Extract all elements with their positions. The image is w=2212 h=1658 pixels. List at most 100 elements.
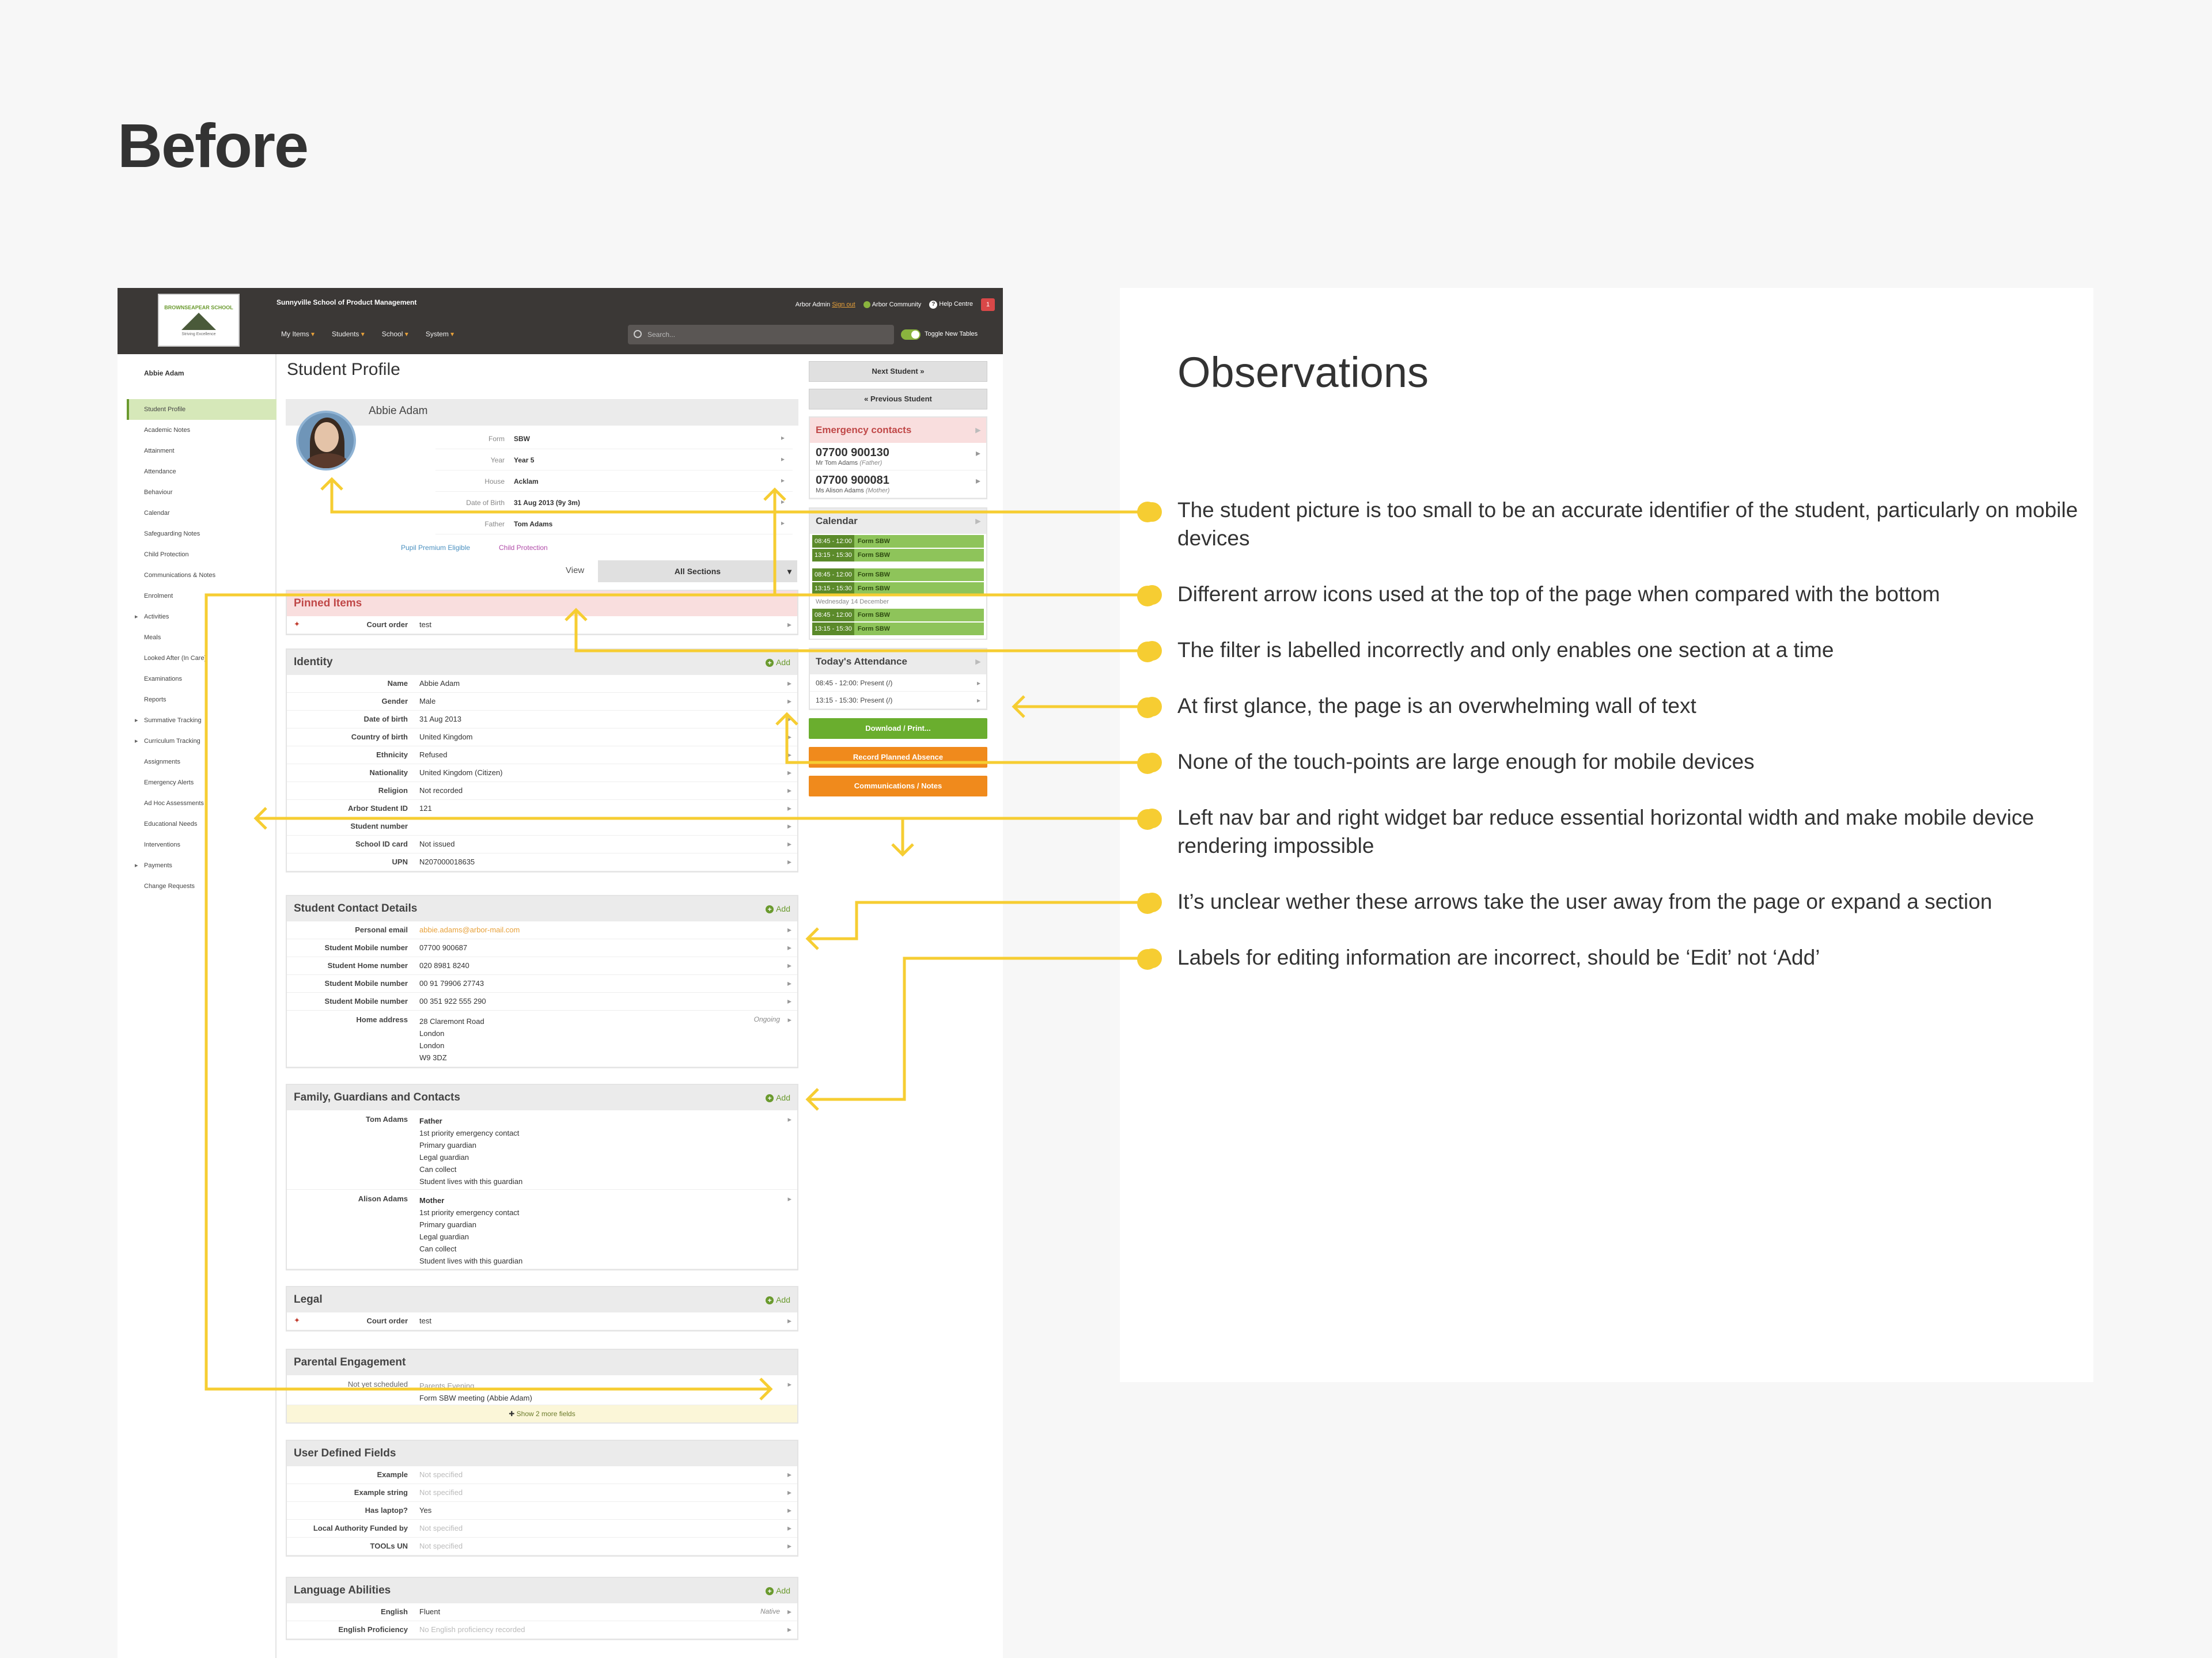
sidebar-item-interventions[interactable]: Interventions [127,834,276,855]
sidebar-item-behaviour[interactable]: Behaviour [127,482,276,503]
contact-row[interactable]: Student Mobile number 00 351 922 555 290 [287,993,797,1011]
add-button[interactable]: Add [766,650,790,675]
calendar-event[interactable]: 13:15 - 15:30 Form SBW [812,582,984,595]
calendar-event[interactable]: 13:15 - 15:30 Form SBW [812,623,984,635]
calendar-event[interactable]: 08:45 - 12:00 Form SBW [812,535,984,548]
guardian-row[interactable]: Alison Adams Mother 1st priority emergen… [287,1190,797,1269]
email-link[interactable]: abbie.adams@arbor-mail.com [419,925,520,934]
page-heading: Before [118,111,309,180]
identity-row[interactable]: Ethnicity Refused [287,746,797,764]
nav-students[interactable]: Students [332,330,365,338]
identity-row[interactable]: Student number [287,818,797,836]
calendar-event[interactable]: 13:15 - 15:30 Form SBW [812,549,984,561]
attendance-row[interactable]: 13:15 - 15:30: Present (/) [810,692,986,709]
emergency-contact[interactable]: 07700 900130 Mr Tom Adams (Father) [810,443,986,471]
sidebar-item-payments[interactable]: Payments [127,855,276,876]
identity-row[interactable]: Arbor Student ID 121 [287,800,797,818]
sidebar-item-ad-hoc-assessments[interactable]: Ad Hoc Assessments [127,793,276,814]
sidebar-item-safeguarding[interactable]: Safeguarding Notes [127,523,276,544]
language-row[interactable]: English Fluent Native [287,1603,797,1621]
help-link[interactable]: ? Help Centre [929,301,973,309]
record-absence-button[interactable]: Record Planned Absence [809,747,987,768]
sidebar-item-communications[interactable]: Communications & Notes [127,565,276,586]
sidebar-item-change-requests[interactable]: Change Requests [127,876,276,897]
contact-row[interactable]: Personal email abbie.adams@arbor-mail.com [287,921,797,939]
profile-row-father[interactable]: Father Tom Adams [435,513,793,534]
next-student-button[interactable]: Next Student » [809,361,987,382]
app-header: BROWNSEAPEAR SCHOOL Striving Excellence … [118,288,1003,354]
add-button[interactable]: Add [766,1085,790,1110]
nav-school[interactable]: School [382,330,408,338]
contact-row[interactable]: Student Home number 020 8981 8240 [287,957,797,975]
sidebar-item-calendar[interactable]: Calendar [127,503,276,523]
identity-row[interactable]: UPN N207000018635 [287,853,797,871]
add-button[interactable]: Add [766,1287,790,1312]
profile-row-year[interactable]: Year Year 5 [435,449,793,471]
calendar-event[interactable]: 08:45 - 12:00 Form SBW [812,609,984,621]
sidebar-item-emergency-alerts[interactable]: Emergency Alerts [127,772,276,793]
udf-row[interactable]: Example string Not specified [287,1484,797,1502]
add-button[interactable]: Add [766,1578,790,1603]
pinned-row[interactable]: ✦ Court order test [287,616,797,634]
nav-system[interactable]: System [426,330,454,338]
sidebar-item-student-profile[interactable]: Student Profile [127,399,276,420]
identity-row[interactable]: Name Abbie Adam [287,675,797,693]
school-logo[interactable]: BROWNSEAPEAR SCHOOL Striving Excellence [158,294,240,347]
previous-student-button[interactable]: « Previous Student [809,389,987,409]
identity-row[interactable]: Country of birth United Kingdom [287,729,797,746]
udf-row[interactable]: Example Not specified [287,1466,797,1484]
new-tables-toggle[interactable] [901,329,921,340]
nav-my-items[interactable]: My Items [281,330,315,338]
contact-row[interactable]: Student Mobile number 00 91 79906 27743 [287,975,797,993]
identity-row[interactable]: Date of birth 31 Aug 2013 [287,711,797,729]
sidebar-item-attendance[interactable]: Attendance [127,461,276,482]
sign-out-link[interactable]: Sign out [832,301,855,308]
student-avatar[interactable] [296,411,356,471]
pupil-premium-badge[interactable]: Pupil Premium Eligible [401,544,470,552]
sidebar-item-attainment[interactable]: Attainment [127,441,276,461]
parental-row[interactable]: Not yet scheduled Parents Evening Form S… [287,1375,797,1405]
calendar-header[interactable]: Calendar [810,509,986,534]
attendance-row[interactable]: 08:45 - 12:00: Present (/) [810,674,986,692]
identity-row[interactable]: Gender Male [287,693,797,711]
sidebar-item-meals[interactable]: Meals [127,627,276,648]
udf-row[interactable]: Has laptop? Yes [287,1502,797,1520]
notification-icon[interactable]: 1 [981,298,995,311]
legal-row[interactable]: ✦ Court order test [287,1312,797,1330]
calendar-event[interactable]: 08:45 - 12:00 Form SBW [812,568,984,581]
sidebar-item-enrolment[interactable]: Enrolment [127,586,276,606]
add-button[interactable]: Add [766,896,790,921]
contact-row[interactable]: Student Mobile number 07700 900687 [287,939,797,957]
sidebar-item-examinations[interactable]: Examinations [127,669,276,689]
emergency-contact[interactable]: 07700 900081 Ms Alison Adams (Mother) [810,471,986,498]
sidebar-item-assignments[interactable]: Assignments [127,752,276,772]
sidebar-item-academic-notes[interactable]: Academic Notes [127,420,276,441]
udf-row[interactable]: TOOLs UN Not specified [287,1538,797,1555]
communications-button[interactable]: Communications / Notes [809,776,987,796]
view-filter-select[interactable]: All Sections [598,560,797,582]
page-title: Student Profile [287,360,400,379]
event-form: Form SBW [857,625,891,632]
download-print-button[interactable]: Download / Print... [809,718,987,739]
sidebar-item-educational-needs[interactable]: Educational Needs [127,814,276,834]
sidebar-item-activities[interactable]: Activities [127,606,276,627]
identity-row[interactable]: Nationality United Kingdom (Citizen) [287,764,797,782]
guardian-row[interactable]: Tom Adams Father 1st priority emergency … [287,1110,797,1190]
language-row[interactable]: English Proficiency No English proficienc… [287,1621,797,1639]
home-address-row[interactable]: Home address Ongoing 28 Claremont Road L… [287,1011,797,1067]
community-link[interactable]: Arbor Community [863,301,921,309]
identity-card: Identity Add Name Abbie Adam Gender Male Da… [286,648,798,872]
profile-row-form[interactable]: Form SBW [435,428,793,449]
sidebar-item-child-protection[interactable]: Child Protection [127,544,276,565]
udf-row[interactable]: Local Authority Funded by Not specified [287,1520,797,1538]
search-input[interactable]: Search... [628,325,894,344]
show-more-button[interactable]: Show 2 more fields [287,1405,797,1422]
identity-row[interactable]: Religion Not recorded [287,782,797,800]
sidebar-item-reports[interactable]: Reports [127,689,276,710]
child-protection-badge[interactable]: Child Protection [499,544,548,552]
attendance-widget: Today's Attendance 08:45 - 12:00: Presen… [809,648,987,710]
sidebar-item-looked-after[interactable]: Looked After (In Care) [127,648,276,669]
identity-row[interactable]: School ID card Not issued [287,836,797,853]
sidebar-item-summative-tracking[interactable]: Summative Tracking [127,710,276,731]
sidebar-item-curriculum-tracking[interactable]: Curriculum Tracking [127,731,276,752]
